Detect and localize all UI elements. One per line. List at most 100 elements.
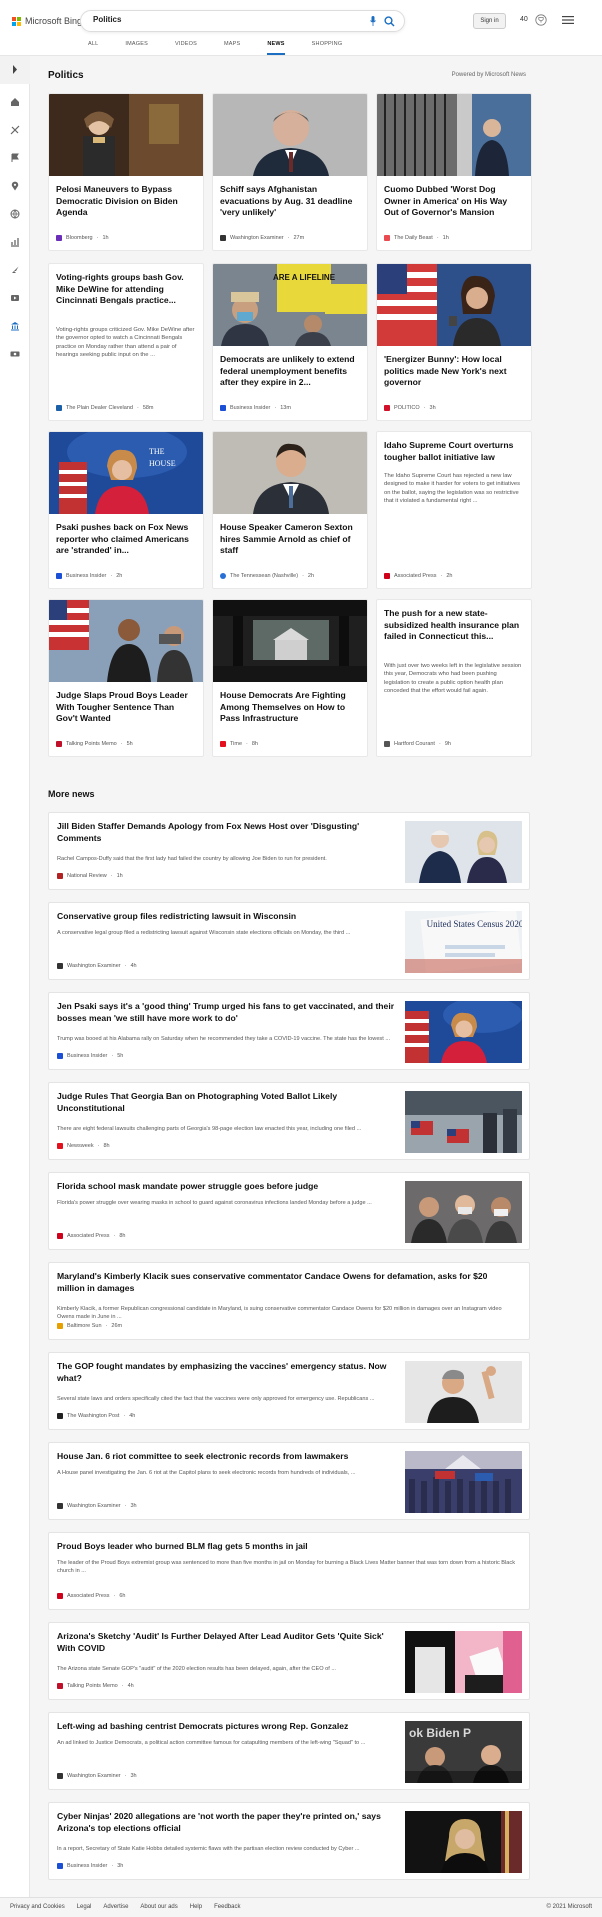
tab-videos[interactable]: VIDEOS [175,41,197,55]
flag-icon[interactable] [10,153,20,163]
news-list-item[interactable]: Cyber Ninjas' 2020 allegations are 'not … [48,1802,530,1880]
microphone-icon[interactable] [370,16,376,26]
tab-all[interactable]: ALL [88,41,98,55]
item-headline[interactable]: Conservative group files redistricting l… [57,911,397,923]
footer-link-feedback[interactable]: Feedback [214,1904,240,1910]
time-ago: 5h [126,741,133,747]
item-headline[interactable]: Proud Boys leader who burned BLM flag ge… [57,1541,517,1553]
rewards-trophy-icon[interactable] [535,14,547,26]
source-name: Business Insider [67,1053,108,1059]
card-headline[interactable]: Judge Slaps Proud Boys Leader With Tough… [56,690,196,725]
money-icon[interactable] [10,349,20,359]
news-list-item[interactable]: Left-wing ad bashing centrist Democrats … [48,1712,530,1790]
news-card[interactable]: Schiff says Afghanistan evacuations by A… [212,93,368,251]
item-headline[interactable]: Jen Psaki says it's a 'good thing' Trump… [57,1001,397,1024]
search-box[interactable] [80,10,405,32]
news-card[interactable]: Judge Slaps Proud Boys Leader With Tough… [48,599,204,757]
news-list-item[interactable]: Jen Psaki says it's a 'good thing' Trump… [48,992,530,1070]
search-icon[interactable] [384,16,395,27]
item-headline[interactable]: The GOP fought mandates by emphasizing t… [57,1361,397,1384]
svg-text:ARE A LIFELINE: ARE A LIFELINE [273,273,336,282]
hamburger-menu-icon[interactable] [562,15,574,25]
source-name: Talking Points Memo [66,741,117,747]
card-headline[interactable]: Psaki pushes back on Fox News reporter w… [56,522,196,557]
source-logo-icon [57,1773,63,1779]
item-headline[interactable]: Arizona's Sketchy 'Audit' Is Further Del… [57,1631,397,1654]
location-pin-icon[interactable] [10,181,20,191]
politics-building-icon[interactable] [10,321,20,331]
news-card[interactable]: THE HOUSE Psaki pushes back on Fox News … [48,431,204,589]
news-card[interactable]: Cuomo Dubbed 'Worst Dog Owner in America… [376,93,532,251]
tab-images[interactable]: IMAGES [125,41,148,55]
item-source: National Review · 1h [57,873,123,879]
news-list-item[interactable]: Jill Biden Staffer Demands Apology from … [48,812,530,890]
tab-shopping[interactable]: SHOPPING [312,41,343,55]
time-ago: 2h [307,573,315,579]
news-card[interactable]: House Speaker Cameron Sexton hires Sammi… [212,431,368,589]
globe-icon[interactable] [10,209,20,219]
news-list-item[interactable]: House Jan. 6 riot committee to seek elec… [48,1442,530,1520]
card-headline[interactable]: Pelosi Maneuvers to Bypass Democratic Di… [56,184,196,219]
card-headline[interactable]: Cuomo Dubbed 'Worst Dog Owner in America… [384,184,524,219]
card-headline[interactable]: Idaho Supreme Court overturns tougher ba… [384,440,524,463]
footer-link-privacy[interactable]: Privacy and Cookies [10,1904,65,1910]
footer-link-about-ads[interactable]: About our ads [140,1904,177,1910]
source-logo-icon [56,573,62,579]
news-card[interactable]: Idaho Supreme Court overturns tougher ba… [376,431,532,589]
news-card[interactable]: House Democrats Are Fighting Among Thems… [212,599,368,757]
item-headline[interactable]: Florida school mask mandate power strugg… [57,1181,397,1193]
bing-logo[interactable]: Microsoft Bing [12,16,82,26]
news-list-item[interactable]: Maryland's Kimberly Klacik sues conserva… [48,1262,530,1340]
item-source: Newsweek · 8h [57,1143,110,1149]
footer-link-advertise[interactable]: Advertise [103,1904,128,1910]
card-headline[interactable]: Voting-rights groups bash Gov. Mike DeWi… [56,272,196,307]
source-name: Associated Press [67,1233,110,1239]
news-thumbnail [213,600,367,682]
time-ago: 3h [130,1503,137,1509]
item-headline[interactable]: Left-wing ad bashing centrist Democrats … [57,1721,397,1733]
item-summary: An ad linked to Justice Democrats, a pol… [57,1740,366,1746]
footer-link-help[interactable]: Help [190,1904,202,1910]
item-headline[interactable]: Jill Biden Staffer Demands Apology from … [57,821,397,844]
news-card[interactable]: ARE A LIFELINE Democrats are unlikely to… [212,263,368,421]
time-ago: 6h [119,1593,126,1599]
science-rocket-icon[interactable] [10,265,20,275]
footer-link-legal[interactable]: Legal [77,1904,92,1910]
news-list-item[interactable]: Conservative group files redistricting l… [48,902,530,980]
entertainment-icon[interactable] [10,293,20,303]
news-list-item[interactable]: Florida school mask mandate power strugg… [48,1172,530,1250]
card-headline[interactable]: The push for a new state-subsidized heal… [384,608,524,643]
search-input[interactable] [93,15,333,24]
item-headline[interactable]: Judge Rules That Georgia Ban on Photogra… [57,1091,397,1114]
card-headline[interactable]: House Speaker Cameron Sexton hires Sammi… [220,522,360,557]
news-list-item[interactable]: Arizona's Sketchy 'Audit' Is Further Del… [48,1622,530,1700]
news-card[interactable]: The push for a new state-subsidized heal… [376,599,532,757]
item-source: Talking Points Memo · 4h [57,1683,134,1689]
card-headline[interactable]: Schiff says Afghanistan evacuations by A… [220,184,360,219]
item-headline[interactable]: House Jan. 6 riot committee to seek elec… [57,1451,397,1463]
rewards-count[interactable]: 40 [520,16,528,23]
news-card[interactable]: 'Energizer Bunny': How local politics ma… [376,263,532,421]
source-logo-icon [57,963,63,969]
sports-icon[interactable] [10,125,20,135]
sign-in-button[interactable]: Sign in [473,13,506,29]
item-headline[interactable]: Maryland's Kimberly Klacik sues conserva… [57,1271,517,1294]
card-headline[interactable]: 'Energizer Bunny': How local politics ma… [384,354,524,389]
news-card[interactable]: Voting-rights groups bash Gov. Mike DeWi… [48,263,204,421]
business-icon[interactable] [10,237,20,247]
tab-news[interactable]: NEWS [267,41,285,55]
tab-maps[interactable]: MAPS [224,41,240,55]
card-source: Business Insider · 13m [220,405,291,411]
rail-expand-button[interactable] [0,56,30,84]
item-source: Baltimore Sun · 26m [57,1323,122,1329]
source-logo-icon [57,1413,63,1419]
news-list-item[interactable]: Proud Boys leader who burned BLM flag ge… [48,1532,530,1610]
home-icon[interactable] [10,97,20,107]
card-headline[interactable]: House Democrats Are Fighting Among Thems… [220,690,360,725]
news-card[interactable]: Pelosi Maneuvers to Bypass Democratic Di… [48,93,204,251]
news-list-item[interactable]: Judge Rules That Georgia Ban on Photogra… [48,1082,530,1160]
item-headline[interactable]: Cyber Ninjas' 2020 allegations are 'not … [57,1811,397,1834]
news-list-item[interactable]: The GOP fought mandates by emphasizing t… [48,1352,530,1430]
source-name: Washington Examiner [67,1503,121,1509]
card-headline[interactable]: Democrats are unlikely to extend federal… [220,354,360,389]
